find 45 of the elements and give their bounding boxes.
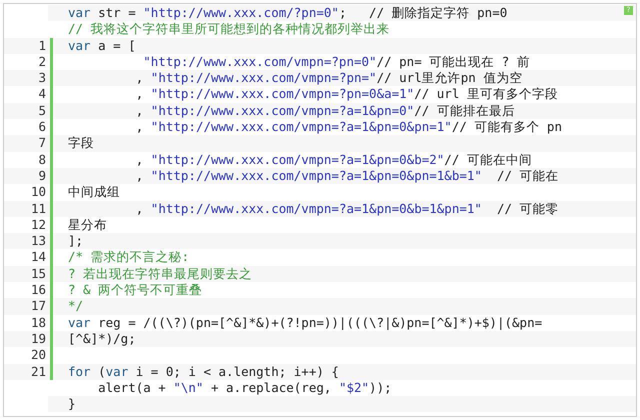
code-line: var reg = /((\?)(pn=[^&]*&)+(?!pn=))|(((\?|&)pn=[^&]*)+$)|(&pn= [68,314,542,330]
line-number: 19 [30,330,46,348]
code-line: ]; [68,233,84,248]
line-number: 14 [30,249,46,266]
line-number: 17 [30,298,46,315]
line-number: 13 [30,233,46,250]
code-line: "http://www.xxx.com/vmpn=?pn=0"// pn= 可能出现在 ? 前 [142,54,530,69]
line-number: 11 [30,200,46,217]
line-number: 7 [38,135,46,152]
code-line: , "http://www.xxx.com/vmpn=?a=1&pn=0&pn=1&b=1" // 可能在 [134,168,559,183]
line-number: 12 [30,216,46,234]
line-number: 16 [30,282,46,298]
code-line: ? & 两个符号不可重叠 [68,282,202,298]
line-number: 3 [38,70,46,86]
line-number: 2 [38,54,46,70]
line-number: 21 [30,364,46,380]
code-line: , "http://www.xxx.com/vmpn=?a=1&pn=0"// 可能排在最后 [134,102,515,118]
code-line: 中间成组 [68,184,120,200]
code-line: } [68,396,76,412]
line-number: 10 [30,184,46,201]
line-number: 9 [38,168,46,184]
code-line: [^&]*)/g; [68,330,136,346]
code-line: alert(a + "\n" + a.replace(reg, "$2")); [97,380,392,395]
code-line: var str = "http://www.xxx.com/?pn=0"; // 删除指定字符 pn=0 [68,5,508,20]
code-line: , "http://www.xxx.com/vmpn=?a=1&pn=0&b=2"// 可能在中间 [134,152,532,167]
code-line: ? 若出现在字符串最尾则要去之 [68,266,252,281]
code-line: */ [68,298,84,314]
code-line: /* 需求的不言之秘: [68,249,190,264]
line-number: 1 [38,38,46,54]
code-line: 星分布 [68,216,107,232]
code-line: for (var i = 0; i < a.length; i++) { [68,364,339,379]
code-line: , "http://www.xxx.com/vmpn=?pn=0&a=1"// url 里可有多个字段 [134,86,558,102]
line-number: 6 [38,119,46,136]
code-line: , "http://www.xxx.com/vmpn=?a=1&pn=0&b=1&pn=1" // 可能零 [134,200,559,216]
line-number: 15 [30,266,46,282]
line-number: 4 [38,86,46,103]
code-line: 字段 [68,135,94,150]
line-number: 8 [38,152,46,168]
line-number: 20 [30,347,46,364]
code-line: // 我将这个字符串里所可能想到的各种情况都列举出来 [68,21,390,36]
code-line: , "http://www.xxx.com/vmpn=?a=1&pn=0&pn=1"// 可能有多个 pn [134,119,562,134]
code-line: var a = [ [68,38,136,53]
line-number: 5 [38,102,46,120]
line-number: 18 [30,314,46,331]
code-line: , "http://www.xxx.com/vmpn=?pn="// url里允许pn 值为空 [134,70,522,86]
